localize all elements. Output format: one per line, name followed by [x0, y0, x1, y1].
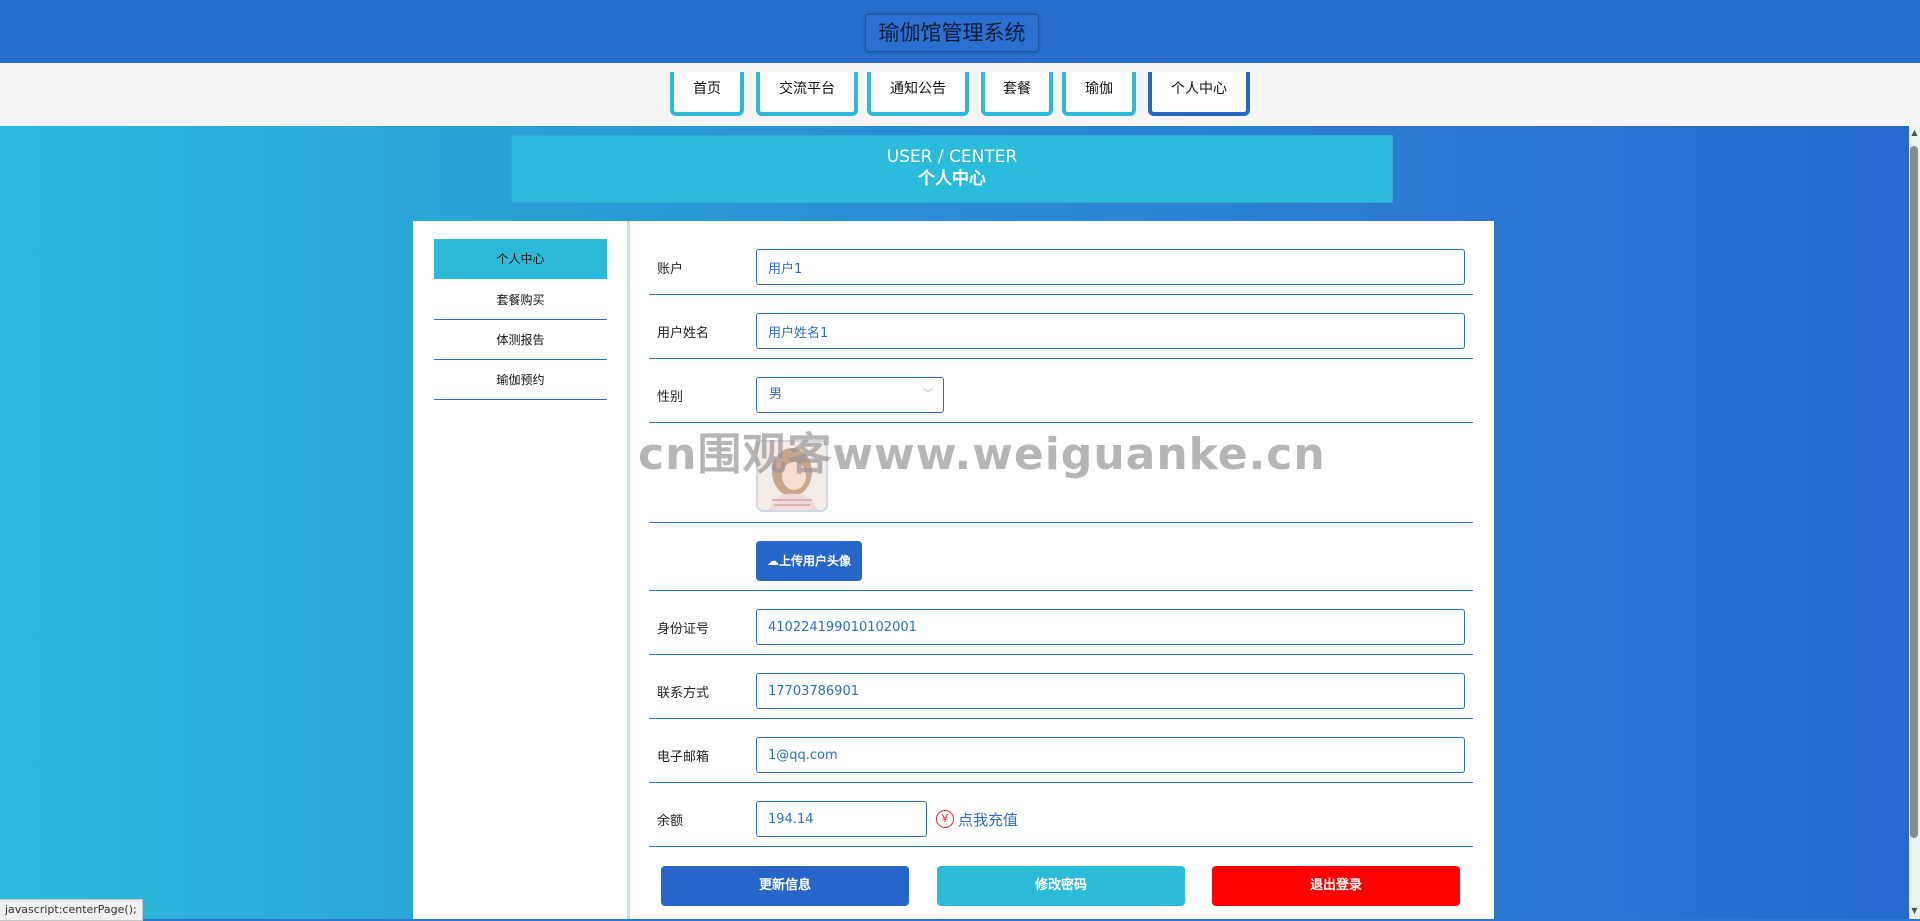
sidebar-item-body-report[interactable]: 体测报告 [434, 320, 607, 360]
account-label: 账户 [657, 262, 684, 277]
logout-button[interactable]: 退出登录 [1212, 866, 1460, 906]
row-divider [649, 422, 1473, 423]
change-password-button[interactable]: 修改密码 [937, 866, 1185, 906]
username-input[interactable] [756, 313, 1465, 349]
upload-avatar-label: 上传用户头像 [778, 554, 851, 568]
id-number-input[interactable] [756, 609, 1465, 645]
nav-item-home[interactable]: 首页 [670, 72, 744, 116]
sidebar-item-package-purchase[interactable]: 套餐购买 [434, 280, 607, 320]
nav-item-user-center[interactable]: 个人中心 [1148, 72, 1250, 116]
scroll-up-arrow-icon[interactable]: ▲ [1909, 128, 1920, 138]
scrollbar-thumb[interactable] [1910, 146, 1918, 838]
row-divider [649, 782, 1473, 783]
phone-input[interactable] [756, 673, 1465, 709]
row-divider [649, 522, 1473, 523]
update-info-button[interactable]: 更新信息 [661, 866, 909, 906]
browser-status-bar: javascript:centerPage(); [0, 899, 143, 921]
nav-item-package[interactable]: 套餐 [981, 72, 1053, 116]
row-divider [649, 358, 1473, 359]
avatar-image-icon [758, 442, 826, 510]
cloud-upload-icon: ☁ [766, 554, 779, 568]
account-input[interactable] [756, 249, 1465, 285]
balance-input[interactable] [756, 801, 927, 837]
row-divider [649, 654, 1473, 655]
email-input[interactable] [756, 737, 1465, 773]
avatar [756, 440, 828, 512]
banner-title-cn: 个人中心 [918, 169, 986, 189]
gender-label: 性别 [657, 390, 684, 405]
sidebar-item-yoga-booking[interactable]: 瑜伽预约 [434, 360, 607, 400]
gender-select[interactable]: 男 ﹀ [756, 377, 944, 413]
scroll-down-arrow-icon[interactable]: ▼ [1909, 906, 1920, 916]
row-divider [649, 846, 1473, 847]
balance-label: 余额 [657, 814, 684, 829]
gender-select-value: 男 [769, 387, 783, 402]
sidebar-item-user-center[interactable]: 个人中心 [434, 239, 607, 279]
upload-avatar-button[interactable]: ☁上传用户头像 [756, 541, 862, 581]
page-banner: USER / CENTER 个人中心 [511, 135, 1393, 203]
chevron-down-icon: ﹀ [923, 389, 933, 400]
nav-item-forum[interactable]: 交流平台 [756, 72, 858, 116]
row-divider [649, 590, 1473, 591]
banner-title-en: USER / CENTER [886, 147, 1018, 167]
username-label: 用户姓名 [657, 326, 710, 341]
nav-item-notice[interactable]: 通知公告 [867, 72, 969, 116]
row-divider [649, 294, 1473, 295]
phone-label: 联系方式 [657, 686, 710, 701]
app-title: 瑜伽馆管理系统 [865, 14, 1039, 52]
sidebar-divider [627, 221, 630, 919]
nav-item-yoga[interactable]: 瑜伽 [1062, 72, 1136, 116]
id-number-label: 身份证号 [657, 622, 710, 637]
yen-icon: ¥ [936, 810, 954, 828]
email-label: 电子邮箱 [657, 750, 710, 765]
recharge-link[interactable]: 点我充值 [958, 809, 1018, 830]
row-divider [649, 718, 1473, 719]
